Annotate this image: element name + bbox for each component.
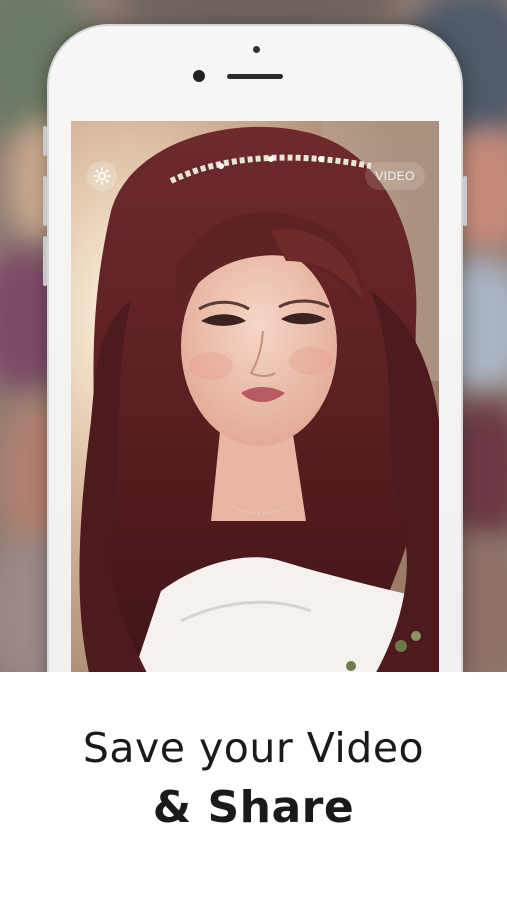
photo-preview bbox=[71, 121, 439, 681]
app-store-screenshot: VIDEO Save your Video & Share bbox=[0, 0, 507, 900]
front-camera-icon bbox=[193, 70, 205, 82]
caption-panel: Save your Video & Share bbox=[0, 672, 507, 900]
camera-screen: VIDEO bbox=[71, 121, 439, 681]
phone-side-button bbox=[463, 176, 467, 226]
caption-headline: Save your Video bbox=[82, 724, 425, 772]
phone-side-button bbox=[43, 176, 47, 226]
caption-subheadline: & Share bbox=[152, 782, 355, 833]
phone-mockup: VIDEO bbox=[43, 24, 467, 728]
video-mode-button[interactable]: VIDEO bbox=[365, 162, 425, 190]
phone-side-button bbox=[43, 126, 47, 156]
phone-side-button bbox=[43, 236, 47, 286]
earpiece-speaker bbox=[227, 74, 283, 79]
settings-button[interactable] bbox=[87, 161, 117, 191]
gear-icon bbox=[93, 167, 111, 185]
proximity-sensor bbox=[253, 46, 260, 53]
